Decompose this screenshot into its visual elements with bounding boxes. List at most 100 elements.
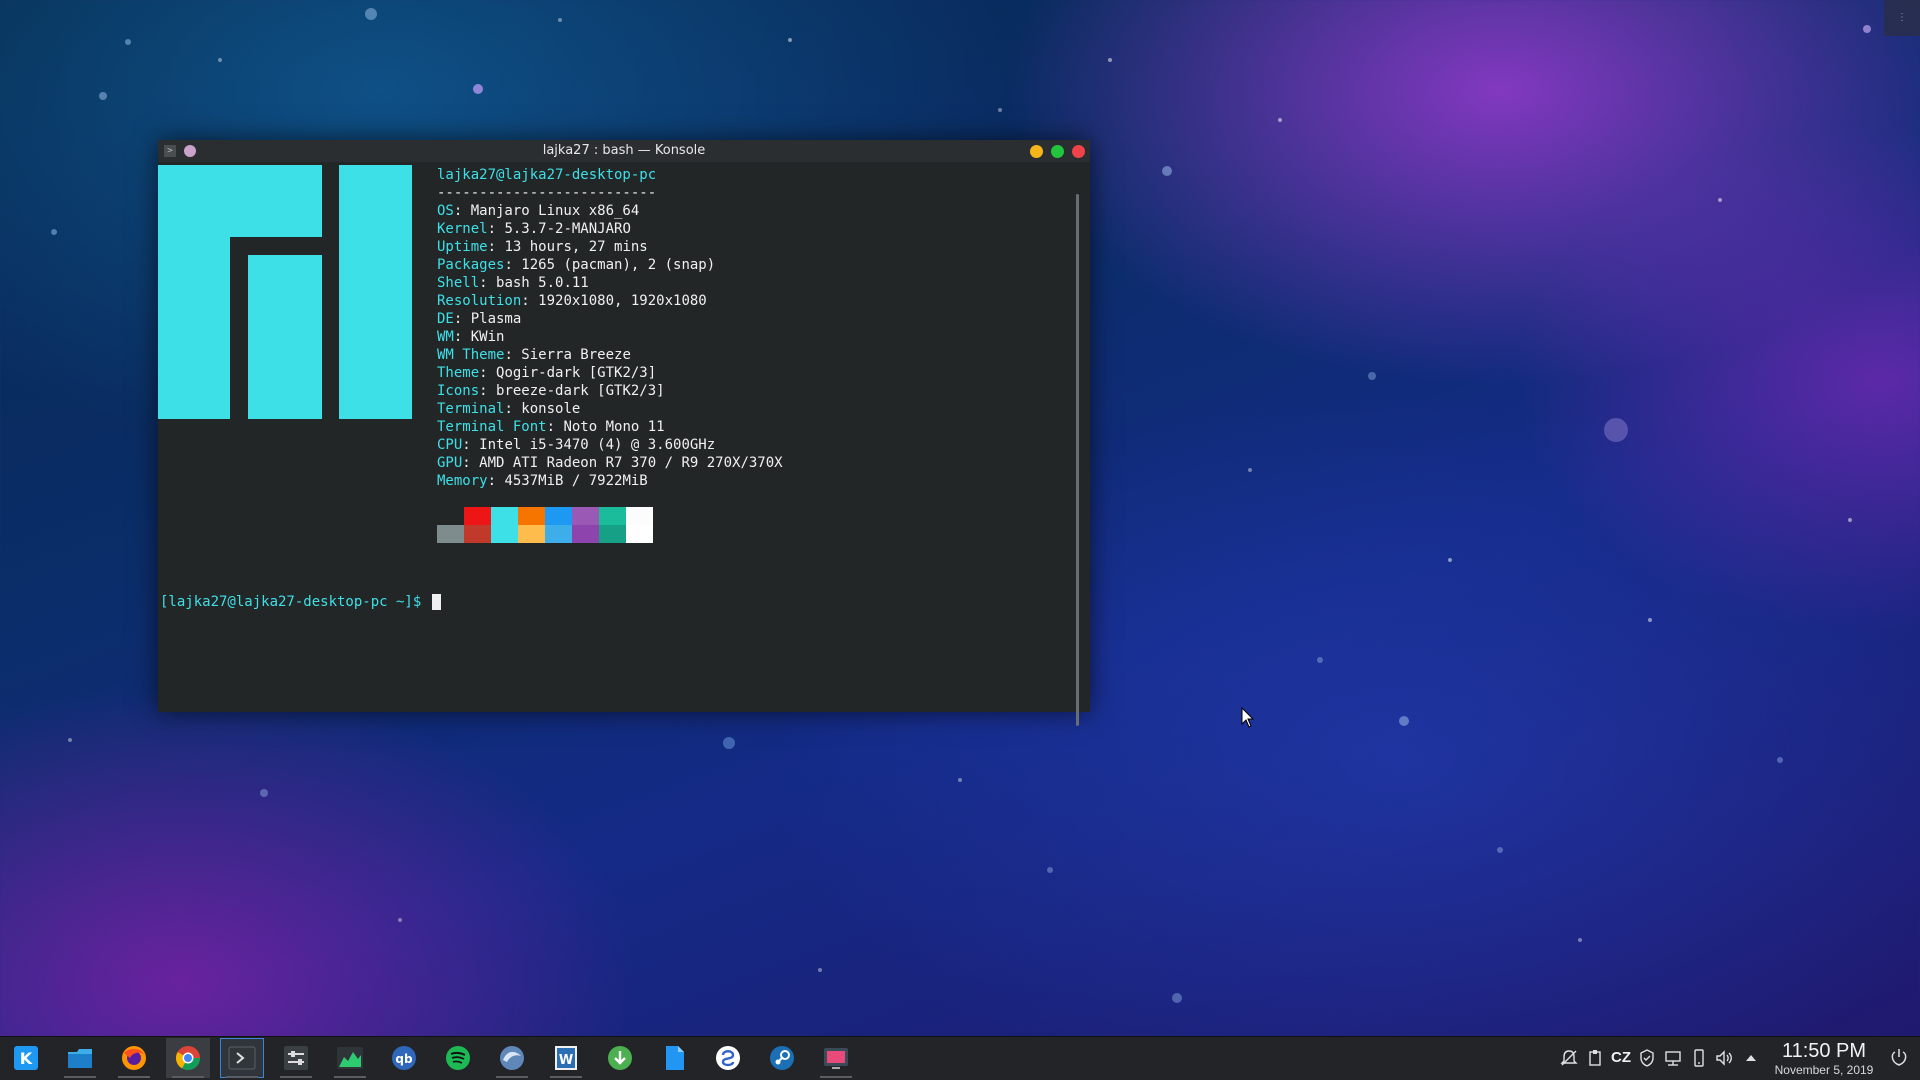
- neofetch-field-value: 5.3.7-2-MANJARO: [504, 221, 631, 237]
- neofetch-field: Memory: 4537MiB / 7922MiB: [437, 473, 648, 489]
- neofetch-field: Uptime: 13 hours, 27 mins: [437, 239, 648, 255]
- neofetch-field-key: Memory: [437, 473, 488, 489]
- keep-on-all-desktops-icon[interactable]: [184, 145, 196, 157]
- neofetch-field: Shell: bash 5.0.11: [437, 275, 589, 291]
- application-launcher-icon: K: [14, 1046, 38, 1070]
- neofetch-field: Icons: breeze-dark [GTK2/3]: [437, 383, 665, 399]
- neofetch-field-key: CPU: [437, 437, 463, 453]
- svg-text:qb: qb: [395, 1052, 413, 1066]
- tray-expand-arrow-icon[interactable]: [1741, 1048, 1761, 1068]
- neofetch-field-key: Uptime: [437, 239, 488, 255]
- power-icon[interactable]: [1888, 1047, 1910, 1069]
- neofetch-field-key: Shell: [437, 275, 480, 291]
- neofetch-field: Terminal Font: Noto Mono 11: [437, 419, 665, 435]
- minimize-button[interactable]: [1030, 145, 1043, 158]
- notifications-disabled-icon[interactable]: [1559, 1048, 1579, 1068]
- taskbar-qbittorrent-button[interactable]: qb: [382, 1038, 426, 1078]
- neofetch-field-value: 4537MiB / 7922MiB: [504, 473, 648, 489]
- neofetch-field-key: GPU: [437, 455, 463, 471]
- neofetch-field-key: Theme: [437, 365, 480, 381]
- neofetch-field-value: AMD ATI Radeon R7 370 / R9 270X/370X: [479, 455, 783, 471]
- taskbar-screen-recorder-button[interactable]: [814, 1038, 858, 1078]
- neofetch-field-key: WM: [437, 329, 454, 345]
- neofetch-info: lajka27@lajka27-desktop-pc -------------…: [437, 166, 783, 490]
- simplenote-icon: [716, 1046, 740, 1070]
- taskbar-spotify-button[interactable]: [436, 1038, 480, 1078]
- shield-icon[interactable]: [1637, 1048, 1657, 1068]
- neofetch-field: GPU: AMD ATI Radeon R7 370 / R9 270X/370…: [437, 455, 783, 471]
- neofetch-field-value: Intel i5-3470 (4) @ 3.600GHz: [479, 437, 716, 453]
- volume-icon[interactable]: [1714, 1048, 1734, 1068]
- neofetch-field-key: DE: [437, 311, 454, 327]
- neofetch-field-value: 1265 (pacman), 2 (snap): [521, 257, 716, 273]
- running-indicator: [226, 1076, 258, 1078]
- neofetch-field: Packages: 1265 (pacman), 2 (snap): [437, 257, 716, 273]
- close-button[interactable]: [1072, 145, 1085, 158]
- neofetch-field-key: WM Theme: [437, 347, 505, 363]
- manjaro-logo-icon: [158, 165, 412, 419]
- terminal-area[interactable]: lajka27@lajka27-desktop-pc -------------…: [158, 162, 1090, 726]
- taskbar-firefox-button[interactable]: [112, 1038, 156, 1078]
- neofetch-header: lajka27@lajka27-desktop-pc: [437, 167, 657, 183]
- terminal-scrollbar[interactable]: [1076, 194, 1079, 726]
- network-wired-icon[interactable]: [1663, 1048, 1683, 1068]
- neofetch-field-key: Terminal Font: [437, 419, 547, 435]
- neofetch-field-value: KWin: [470, 329, 505, 345]
- taskbar-steam-button[interactable]: [760, 1038, 804, 1078]
- color-swatch: [599, 507, 626, 543]
- neofetch-field-key: Terminal: [437, 401, 505, 417]
- taskbar-writer-button[interactable]: W: [544, 1038, 588, 1078]
- maximize-button[interactable]: [1051, 145, 1064, 158]
- neofetch-field-value: 1920x1080, 1920x1080: [538, 293, 707, 309]
- color-swatch: [437, 507, 464, 543]
- color-swatch: [545, 507, 572, 543]
- keyboard-layout-indicator[interactable]: CZ: [1611, 1048, 1631, 1068]
- running-indicator: [820, 1076, 852, 1078]
- neofetch-field-key: OS: [437, 203, 454, 219]
- wireshark-icon: [500, 1046, 524, 1070]
- taskbar-konsole-button[interactable]: [220, 1038, 264, 1078]
- neofetch-field-value: Manjaro Linux x86_64: [470, 203, 640, 219]
- desktop-toolbox-button[interactable]: ⋮: [1884, 0, 1920, 36]
- system-settings-icon: [284, 1046, 308, 1070]
- neofetch-field: CPU: Intel i5-3470 (4) @ 3.600GHz: [437, 437, 716, 453]
- document-icon: [666, 1046, 684, 1070]
- neofetch-field-key: Icons: [437, 383, 480, 399]
- taskbar-chrome-button[interactable]: [166, 1038, 210, 1078]
- konsole-icon: [228, 1046, 256, 1070]
- shell-prompt[interactable]: [lajka27@lajka27-desktop-pc ~]$: [160, 593, 441, 611]
- clock-date[interactable]: November 5, 2019: [1764, 1063, 1884, 1077]
- kde-connect-phone-icon[interactable]: [1689, 1048, 1709, 1068]
- text-cursor: [431, 594, 441, 610]
- running-indicator: [118, 1076, 150, 1078]
- taskbar-simplenote-button[interactable]: [706, 1038, 750, 1078]
- taskbar-wireshark-button[interactable]: [490, 1038, 534, 1078]
- svg-text:W: W: [559, 1053, 573, 1068]
- neofetch-field-value: 13 hours, 27 mins: [504, 239, 648, 255]
- taskbar-file-manager-button[interactable]: [58, 1038, 102, 1078]
- neofetch-field: WM Theme: Sierra Breeze: [437, 347, 631, 363]
- spotify-icon: [446, 1046, 470, 1070]
- color-swatch: [464, 507, 491, 543]
- taskbar-system-settings-button[interactable]: [274, 1038, 318, 1078]
- prompt-text: [lajka27@lajka27-desktop-pc ~]$: [160, 594, 422, 610]
- running-indicator: [280, 1076, 312, 1078]
- neofetch-field-value: konsole: [521, 401, 581, 417]
- svg-text:K: K: [20, 1049, 33, 1068]
- clipboard-icon[interactable]: [1585, 1048, 1605, 1068]
- color-swatch: [518, 507, 545, 543]
- neofetch-separator: --------------------------: [437, 185, 657, 201]
- window-titlebar[interactable]: lajka27 : bash — Konsole >: [158, 140, 1090, 162]
- clock-time[interactable]: 11:50 PM: [1764, 1040, 1884, 1062]
- color-swatch: [572, 507, 599, 543]
- neofetch-field: WM: KWin: [437, 329, 505, 345]
- system-monitor-icon: [337, 1047, 363, 1069]
- taskbar-application-launcher-button[interactable]: K: [4, 1038, 48, 1078]
- neofetch-field-key: Kernel: [437, 221, 488, 237]
- taskbar-downloader-button[interactable]: [598, 1038, 642, 1078]
- taskbar-document-button[interactable]: [652, 1038, 696, 1078]
- konsole-window: lajka27 : bash — Konsole > lajka27@lajka…: [158, 140, 1090, 726]
- taskbar-system-monitor-button[interactable]: [328, 1038, 372, 1078]
- window-menu-icon[interactable]: >: [164, 145, 176, 157]
- running-indicator: [496, 1076, 528, 1078]
